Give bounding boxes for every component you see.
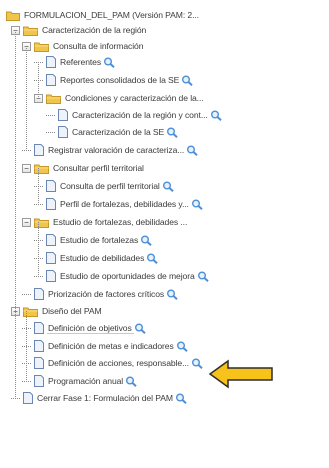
document-icon [46, 74, 56, 86]
magnifier-icon[interactable] [191, 358, 203, 369]
tree-item[interactable]: Referentes [34, 54, 115, 70]
tree-connector [22, 290, 31, 299]
tree-folder[interactable]: − Estudio de fortalezas, debilidades ... [22, 214, 187, 230]
tree-folder[interactable]: − Condiciones y caracterización de la... [34, 90, 204, 106]
magnifier-icon[interactable] [134, 323, 146, 334]
tree-item[interactable]: Consulta de perfil territorial [34, 178, 174, 194]
document-icon [34, 375, 44, 387]
tree-guide-line [38, 222, 39, 275]
document-icon [46, 56, 56, 68]
tree-item-label: Consulta de perfil territorial [60, 181, 160, 191]
magnifier-icon[interactable] [186, 145, 198, 156]
tree-guide-line [26, 46, 27, 149]
tree-connector [46, 128, 55, 137]
magnifier-icon[interactable] [140, 235, 152, 246]
magnifier-icon[interactable] [103, 57, 115, 68]
tree-item[interactable]: Reportes consolidados de la SE [34, 72, 193, 88]
folder-icon [34, 163, 49, 174]
tree-item-label: Perfil de fortalezas, debilidades y... [60, 199, 189, 209]
document-icon [34, 357, 44, 369]
tree-item[interactable]: Estudio de debilidades [34, 250, 158, 266]
document-icon [46, 180, 56, 192]
tree-guide-line [38, 62, 39, 97]
tree-item-label: Diseño del PAM [42, 306, 102, 316]
phase-tree: FORMULACION_DEL_PAM (Versión PAM: 2... −… [0, 0, 329, 468]
tree-item[interactable]: Registrar valoración de caracteriza... [22, 142, 198, 158]
tree-item[interactable]: Estudio de fortalezas [34, 232, 152, 248]
tree-item-label: Caracterización de la región [42, 25, 147, 35]
tree-item-label: Estudio de fortalezas, debilidades ... [53, 217, 188, 227]
tree-item[interactable]: Programación anual [22, 373, 137, 389]
tree-item-label: Definición de objetivos [47, 323, 134, 334]
folder-icon [46, 93, 61, 104]
tree-item[interactable]: Caracterización de la SE [46, 124, 178, 140]
arrow-pointer-icon [208, 359, 273, 389]
document-icon [58, 109, 68, 121]
magnifier-icon[interactable] [210, 110, 222, 121]
document-icon [34, 322, 44, 334]
tree-item-label: Referentes [60, 57, 102, 67]
document-icon [46, 270, 56, 282]
tree-item-label: Programación anual [48, 376, 124, 386]
document-icon [46, 234, 56, 246]
folder-icon [34, 41, 49, 52]
magnifier-icon[interactable] [181, 75, 193, 86]
tree-item-label: Definición de acciones, responsable... [48, 358, 189, 368]
tree-item[interactable]: Definición de acciones, responsable... [22, 355, 203, 371]
tree-item-label: Registrar valoración de caracteriza... [48, 145, 185, 155]
minus-box-icon[interactable]: − [22, 163, 31, 173]
folder-icon [34, 217, 49, 228]
tree-folder[interactable]: − Caracterización de la región [11, 22, 146, 38]
tree-root-label: FORMULACION_DEL_PAM (Versión PAM: 2... [24, 10, 199, 20]
tree-item-label: Estudio de debilidades [60, 253, 145, 263]
tree-connector [46, 111, 55, 120]
tree-item[interactable]: Definición de objetivos [22, 320, 146, 336]
document-icon [58, 126, 68, 138]
tree-item[interactable]: Cerrar Fase 1: Formulación del PAM [11, 390, 187, 406]
tree-folder[interactable]: − Consultar perfil territorial [22, 160, 144, 176]
folder-icon [6, 10, 20, 21]
tree-folder[interactable]: − Diseño del PAM [11, 303, 102, 319]
tree-guide-line [38, 168, 39, 203]
tree-item[interactable]: Caracterización de la región y cont... [46, 107, 222, 123]
tree-item-label: Consultar perfil territorial [53, 163, 144, 173]
tree-item-label: Consulta de información [53, 41, 144, 51]
tree-item[interactable]: Estudio de oportunidades de mejora [34, 268, 209, 284]
tree-item-label: Estudio de fortalezas [60, 235, 139, 245]
tree-guide-line [15, 30, 16, 397]
document-icon [34, 340, 44, 352]
minus-box-icon[interactable]: − [22, 217, 31, 227]
magnifier-icon[interactable] [166, 289, 178, 300]
magnifier-icon[interactable] [146, 253, 158, 264]
tree-item[interactable]: Priorización de factores críticos [22, 286, 178, 302]
document-icon [46, 252, 56, 264]
tree-item-label: Caracterización de la región y cont... [72, 110, 208, 120]
magnifier-icon[interactable] [166, 127, 178, 138]
tree-item-label: Cerrar Fase 1: Formulación del PAM [37, 393, 173, 403]
tree-guide-line [26, 311, 27, 380]
magnifier-icon[interactable] [176, 341, 188, 352]
magnifier-icon[interactable] [162, 181, 174, 192]
magnifier-icon[interactable] [197, 271, 209, 282]
tree-root[interactable]: FORMULACION_DEL_PAM (Versión PAM: 2... [6, 7, 199, 23]
magnifier-icon[interactable] [191, 199, 203, 210]
magnifier-icon[interactable] [175, 393, 187, 404]
tree-item-label: Priorización de factores críticos [48, 289, 165, 299]
document-icon [23, 392, 33, 404]
tree-item[interactable]: Definición de metas e indicadores [22, 338, 188, 354]
document-icon [34, 144, 44, 156]
document-icon [34, 288, 44, 300]
magnifier-icon[interactable] [125, 376, 137, 387]
tree-folder[interactable]: − Consulta de información [22, 38, 143, 54]
tree-item-label: Reportes consolidados de la SE [60, 75, 180, 85]
tree-item-label: Condiciones y caracterización de la... [65, 93, 204, 103]
tree-item-label: Estudio de oportunidades de mejora [60, 271, 195, 281]
tree-item-label: Definición de metas e indicadores [48, 341, 174, 351]
tree-item-label: Caracterización de la SE [72, 127, 165, 137]
document-icon [46, 198, 56, 210]
tree-item[interactable]: Perfil de fortalezas, debilidades y... [34, 196, 203, 212]
folder-icon [23, 25, 38, 36]
